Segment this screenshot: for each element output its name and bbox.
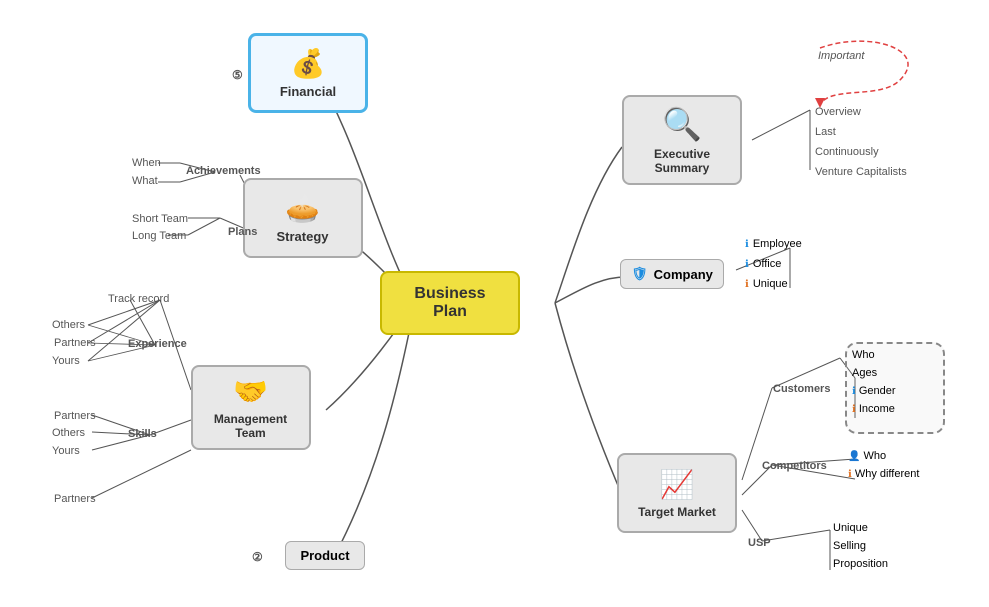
exec-overview: Overview: [815, 106, 861, 118]
mgmt-track-record: Track record: [108, 293, 169, 305]
mgmt-others1: Others: [52, 319, 85, 331]
product-box: Product: [285, 541, 364, 570]
tm-who1: Who: [852, 349, 896, 361]
executive-label: Executive Summary: [632, 147, 732, 175]
company-label: Company: [654, 267, 713, 282]
tm-whydiff-dot: ℹ: [848, 469, 852, 480]
comp-unique-dot: ℹ: [745, 279, 749, 290]
product-label: Product: [300, 548, 349, 563]
management-label: Management Team: [201, 412, 301, 440]
strategy-box: 🥧 Strategy: [243, 178, 363, 258]
tm-who2: 👤 Who: [848, 450, 919, 462]
strategy-plans: Plans: [228, 226, 257, 238]
mgmt-partners3: Partners: [54, 493, 96, 505]
tm-ages: Ages: [852, 367, 896, 379]
tm-proposition: Proposition: [833, 558, 888, 570]
tm-unique: Unique: [833, 522, 888, 534]
strategy-short-team: Short Team: [132, 213, 188, 225]
company-icon: 🛡: [631, 266, 648, 282]
exec-continuously: Continuously: [815, 146, 879, 158]
strategy-long-team: Long Team: [132, 230, 186, 242]
tm-income-dot: ℹ: [852, 404, 856, 415]
tm-gender: ℹ Gender: [852, 385, 896, 397]
comp-office: ℹ Office: [745, 258, 802, 270]
comp-unique: ℹ Unique: [745, 278, 802, 290]
mgmt-partners2: Partners: [54, 410, 96, 422]
comp-employee: ℹ Employee: [745, 238, 802, 250]
strategy-achievements: Achievements: [186, 165, 261, 177]
center-node: Business Plan: [380, 278, 520, 328]
product-node: Product: [270, 533, 380, 577]
executive-box: 🔍 Executive Summary: [622, 95, 742, 185]
financial-label: Financial: [280, 84, 336, 99]
management-icon: 🤝: [233, 375, 268, 408]
mgmt-skills: Skills: [128, 428, 157, 440]
management-node: 🤝 Management Team: [178, 365, 323, 450]
tm-selling: Selling: [833, 540, 888, 552]
mgmt-others2: Others: [52, 427, 85, 439]
center-label: Business Plan: [380, 271, 520, 335]
exec-venture: Venture Capitalists: [815, 166, 907, 178]
company-node: 🛡 Company: [612, 252, 732, 296]
executive-node: 🔍 Executive Summary: [612, 95, 752, 185]
financial-icon: 💰: [291, 47, 326, 80]
tm-who2-dot: 👤: [848, 451, 860, 462]
executive-icon: 🔍: [662, 105, 702, 143]
tm-gender-dot: ℹ: [852, 386, 856, 397]
strategy-when: When: [132, 157, 161, 169]
tm-income: ℹ Income: [852, 403, 896, 415]
target-market-label: Target Market: [638, 505, 716, 519]
strategy-label: Strategy: [276, 229, 328, 244]
company-box: 🛡 Company: [620, 259, 724, 289]
management-box: 🤝 Management Team: [191, 365, 311, 450]
strategy-what: What: [132, 175, 158, 187]
tm-usp: USP: [748, 537, 771, 549]
financial-circle: ⑤: [232, 68, 243, 82]
exec-important: Important: [818, 50, 864, 62]
financial-box: 💰 Financial: [248, 33, 368, 113]
mgmt-experience: Experience: [128, 338, 187, 350]
strategy-icon: 🥧: [285, 192, 320, 225]
financial-node: 💰 Financial: [248, 28, 368, 118]
product-circle: ②: [252, 550, 263, 564]
target-market-box: 📈 Target Market: [617, 453, 737, 533]
target-market-node: 📈 Target Market: [612, 448, 742, 538]
strategy-node: 🥧 Strategy: [245, 175, 360, 260]
exec-last: Last: [815, 126, 836, 138]
mgmt-yours2: Yours: [52, 445, 80, 457]
mgmt-partners1: Partners: [54, 337, 96, 349]
tm-why-diff: ℹ Why different: [848, 468, 919, 480]
target-market-icon: 📈: [660, 468, 695, 501]
comp-office-dot: ℹ: [745, 259, 749, 270]
tm-competitors: Competitors: [762, 460, 827, 472]
mgmt-yours1: Yours: [52, 355, 80, 367]
tm-customers: Customers: [773, 383, 830, 395]
comp-employee-dot: ℹ: [745, 239, 749, 250]
